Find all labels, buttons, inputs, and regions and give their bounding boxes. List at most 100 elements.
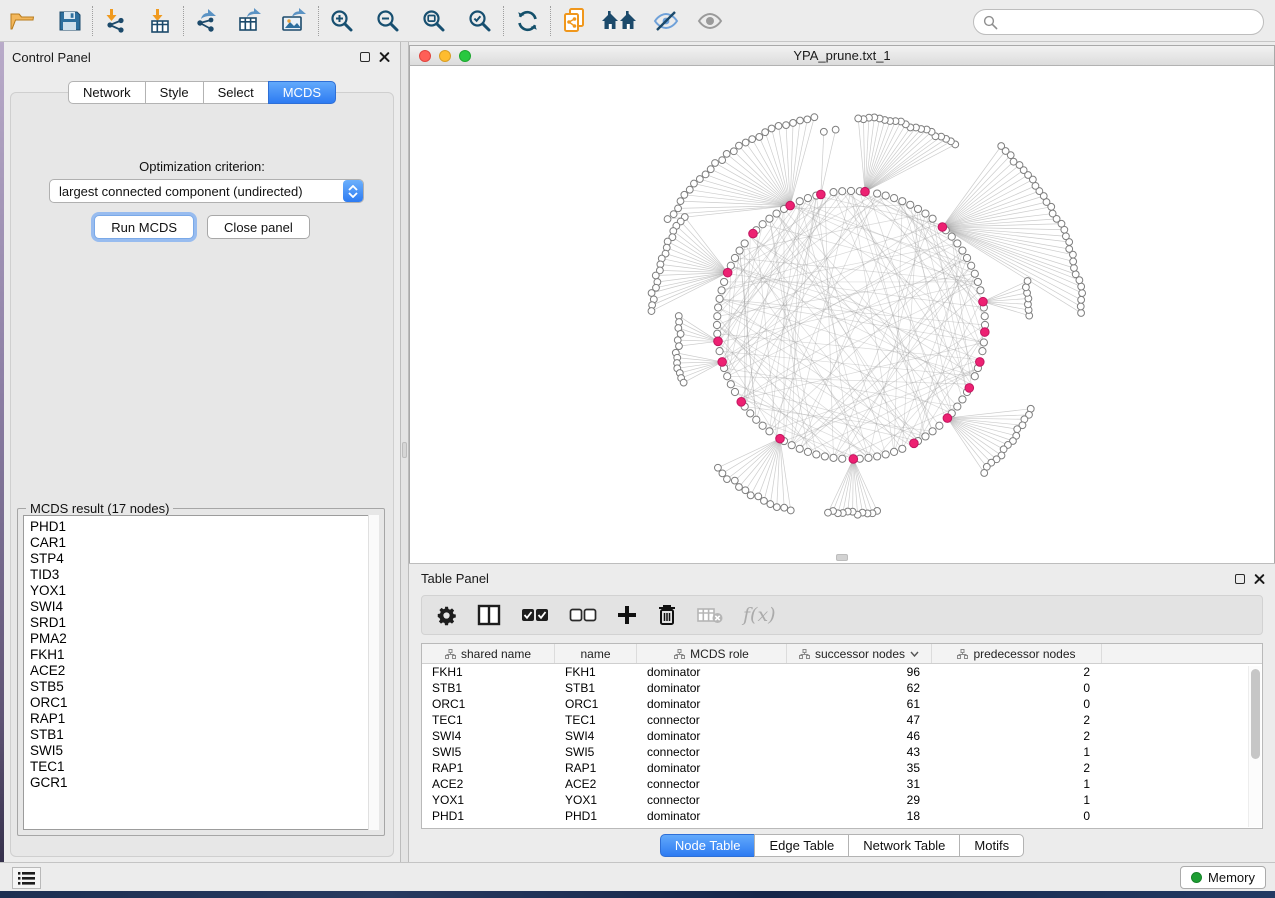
table-cell-successor-nodes[interactable]: 46 [787, 729, 932, 743]
network-node[interactable] [811, 114, 818, 121]
network-node[interactable] [963, 254, 970, 261]
table-cell-shared-name[interactable]: SWI5 [422, 745, 555, 759]
node-table-body[interactable]: FKH1FKH1dominator962STB1STB1dominator620… [422, 664, 1262, 824]
network-node[interactable] [914, 205, 921, 212]
mcds-result-item[interactable]: YOX1 [30, 583, 378, 599]
network-node[interactable] [813, 451, 820, 458]
table-cell-name[interactable]: TEC1 [555, 713, 637, 727]
network-node[interactable] [677, 198, 684, 205]
network-hub-node[interactable] [976, 358, 985, 367]
network-node[interactable] [648, 290, 655, 297]
network-node[interactable] [664, 216, 671, 223]
refresh-icon[interactable] [510, 5, 544, 37]
table-cell-predecessor-nodes[interactable]: 1 [932, 777, 1102, 791]
network-node[interactable] [929, 215, 936, 222]
mcds-result-item[interactable]: STB1 [30, 727, 378, 743]
table-cell-mcds-role[interactable]: connector [637, 745, 787, 759]
column-header-shared-name[interactable]: shared name [422, 644, 555, 663]
table-cell-mcds-role[interactable]: connector [637, 793, 787, 807]
mcds-result-item[interactable]: FKH1 [30, 647, 378, 663]
mcds-result-item[interactable]: TEC1 [30, 759, 378, 775]
network-node[interactable] [718, 287, 725, 294]
table-row[interactable]: STB1STB1dominator620 [422, 680, 1262, 696]
network-node[interactable] [761, 497, 768, 504]
show-panels-button[interactable] [12, 867, 41, 889]
network-node[interactable] [767, 501, 774, 508]
table-cell-name[interactable]: SWI5 [555, 745, 637, 759]
network-node[interactable] [865, 454, 872, 461]
table-cell-successor-nodes[interactable]: 43 [787, 745, 932, 759]
network-node[interactable] [648, 308, 655, 315]
export-image-icon[interactable] [278, 5, 312, 37]
network-node[interactable] [773, 210, 780, 217]
close-table-panel-icon[interactable] [1254, 573, 1265, 584]
network-node[interactable] [742, 487, 749, 494]
mcds-result-item[interactable]: SWI4 [30, 599, 378, 615]
network-hub-node[interactable] [786, 201, 795, 210]
network-node[interactable] [681, 191, 688, 198]
network-node[interactable] [741, 240, 748, 247]
memory-button[interactable]: Memory [1180, 866, 1266, 889]
network-node[interactable] [736, 247, 743, 254]
network-node[interactable] [1078, 283, 1085, 290]
network-node[interactable] [968, 262, 975, 269]
network-hub-node[interactable] [718, 358, 727, 367]
network-hub-node[interactable] [849, 455, 858, 464]
table-row[interactable]: ACE2ACE2connector311 [422, 776, 1262, 792]
network-hub-node[interactable] [776, 434, 785, 443]
table-cell-predecessor-nodes[interactable]: 0 [932, 681, 1102, 695]
table-cell-predecessor-nodes[interactable]: 2 [932, 729, 1102, 743]
tab-motifs[interactable]: Motifs [959, 834, 1024, 857]
table-cell-shared-name[interactable]: RAP1 [422, 761, 555, 775]
network-hub-node[interactable] [817, 190, 826, 199]
network-view[interactable] [409, 66, 1275, 563]
network-node[interactable] [839, 188, 846, 195]
mcds-result-item[interactable]: TID3 [30, 567, 378, 583]
network-node[interactable] [922, 433, 929, 440]
network-hub-node[interactable] [749, 229, 758, 238]
network-node[interactable] [713, 321, 720, 328]
network-node[interactable] [736, 142, 743, 149]
network-node[interactable] [948, 233, 955, 240]
mcds-result-item[interactable]: STP4 [30, 551, 378, 567]
table-cell-mcds-role[interactable]: dominator [637, 665, 787, 679]
table-cell-predecessor-nodes[interactable]: 2 [932, 713, 1102, 727]
network-node[interactable] [959, 247, 966, 254]
table-cell-mcds-role[interactable]: dominator [637, 681, 787, 695]
first-neighbors-icon[interactable] [599, 5, 641, 37]
network-node[interactable] [676, 343, 683, 350]
network-node[interactable] [670, 228, 677, 235]
network-node[interactable] [981, 313, 988, 320]
import-table-icon[interactable] [143, 5, 177, 37]
network-node[interactable] [714, 313, 721, 320]
network-hub-node[interactable] [910, 439, 919, 448]
network-node[interactable] [977, 287, 984, 294]
import-network-icon[interactable] [99, 5, 133, 37]
network-node[interactable] [724, 476, 731, 483]
mcds-result-item[interactable]: SRD1 [30, 615, 378, 631]
network-node[interactable] [686, 186, 693, 193]
network-node[interactable] [1049, 210, 1056, 217]
table-row[interactable]: ORC1ORC1dominator610 [422, 696, 1262, 712]
table-cell-shared-name[interactable]: PHD1 [422, 809, 555, 823]
table-cell-name[interactable]: ACE2 [555, 777, 637, 791]
add-column-icon[interactable] [617, 605, 637, 625]
network-node[interactable] [747, 492, 754, 499]
network-node[interactable] [830, 454, 837, 461]
network-node[interactable] [974, 278, 981, 285]
network-node[interactable] [979, 348, 986, 355]
network-node[interactable] [759, 221, 766, 228]
network-node[interactable] [882, 451, 889, 458]
table-cell-mcds-role[interactable]: dominator [637, 729, 787, 743]
zoom-selected-icon[interactable] [463, 5, 497, 37]
network-node[interactable] [980, 339, 987, 346]
network-node[interactable] [882, 192, 889, 199]
network-node[interactable] [730, 148, 737, 155]
network-node[interactable] [759, 422, 766, 429]
network-node[interactable] [832, 126, 839, 133]
mcds-result-item[interactable]: ORC1 [30, 695, 378, 711]
table-cell-name[interactable]: FKH1 [555, 665, 637, 679]
clone-network-icon[interactable] [557, 5, 591, 37]
network-node[interactable] [716, 348, 723, 355]
network-node[interactable] [929, 428, 936, 435]
